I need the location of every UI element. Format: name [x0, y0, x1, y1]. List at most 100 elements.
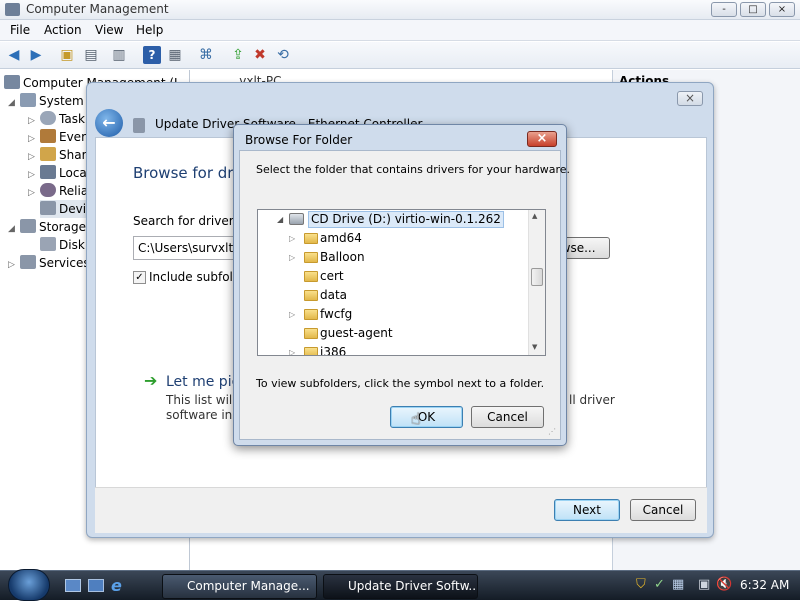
- switch-windows-icon[interactable]: [88, 579, 104, 592]
- uninstall-device-icon[interactable]: ⟲: [274, 46, 292, 64]
- menu-action[interactable]: Action: [44, 23, 82, 37]
- wizard-back-button[interactable]: ←: [95, 109, 123, 137]
- folder-item[interactable]: ▷ Balloon: [258, 248, 528, 267]
- main-title-bar[interactable]: Computer Management - □ ×: [0, 0, 800, 20]
- tree-label: Storage: [39, 220, 86, 234]
- tree-item-task[interactable]: ▷ Task: [28, 110, 85, 128]
- browse-for-folder-dialog: Browse For Folder × Select the folder th…: [233, 124, 570, 446]
- folder-icon: [304, 328, 318, 339]
- tree-item-storage[interactable]: ◢ Storage: [8, 218, 86, 236]
- browse-close-button[interactable]: ×: [527, 131, 557, 147]
- up-folder-icon[interactable]: ▣: [58, 46, 76, 64]
- folder-label: cert: [320, 269, 344, 283]
- tree-label: Loca: [59, 166, 87, 180]
- expand-arrow-icon[interactable]: ▷: [8, 256, 20, 274]
- browse-hint: To view subfolders, click the symbol nex…: [256, 377, 545, 390]
- browse-cancel-button[interactable]: Cancel: [471, 406, 544, 428]
- folder-item[interactable]: guest-agent: [258, 324, 528, 343]
- let-me-pick-desc-1-end: ll driver: [569, 393, 615, 407]
- expand-arrow-icon[interactable]: ▷: [289, 248, 295, 267]
- minimize-button[interactable]: -: [711, 2, 737, 17]
- menu-help[interactable]: Help: [136, 23, 163, 37]
- browse-dialog-body: Select the folder that contains drivers …: [239, 150, 570, 440]
- disk-management-icon: [40, 237, 56, 251]
- folder-label: i386: [320, 345, 347, 356]
- folder-tree[interactable]: ◢ CD Drive (D:) virtio-win-0.1.262 ▷ amd6…: [257, 209, 546, 356]
- folder-icon: [304, 233, 318, 244]
- tree-item-local[interactable]: ▷ Loca: [28, 164, 87, 182]
- resize-grip-icon[interactable]: ⋰: [548, 427, 556, 436]
- folder-icon: [304, 309, 318, 320]
- collapse-arrow-icon[interactable]: ◢: [277, 210, 283, 229]
- taskbar-item-computer-management[interactable]: Computer Manage...: [162, 574, 317, 599]
- let-me-pick-link[interactable]: Let me pic: [166, 374, 239, 390]
- expand-arrow-icon[interactable]: ▷: [289, 343, 295, 355]
- clock[interactable]: 6:32 AM: [740, 578, 789, 592]
- expand-arrow-icon[interactable]: ▷: [289, 229, 295, 248]
- driver-icon: [133, 118, 145, 133]
- include-subfolders-checkbox[interactable]: ✓: [133, 271, 146, 284]
- tree-item-shared[interactable]: ▷ Shar: [28, 146, 87, 164]
- scrollbar-thumb[interactable]: [531, 268, 543, 286]
- volume-muted-icon[interactable]: 🔇: [716, 577, 732, 592]
- collapse-arrow-icon[interactable]: ◢: [8, 94, 20, 112]
- tray-windows-icon[interactable]: ▦: [672, 577, 684, 592]
- show-hide-tree-icon[interactable]: ▤: [82, 46, 100, 64]
- shared-folders-icon: [40, 147, 56, 161]
- tree-item-system[interactable]: ◢ System: [8, 92, 84, 110]
- export-list-icon[interactable]: ▥: [110, 46, 128, 64]
- show-action-pane-icon[interactable]: ▦: [166, 46, 184, 64]
- network-icon[interactable]: ▣: [698, 577, 710, 592]
- taskbar-item-update-driver[interactable]: Update Driver Softw...: [323, 574, 478, 599]
- cd-drive-label: CD Drive (D:) virtio-win-0.1.262: [308, 211, 504, 228]
- folder-icon: [304, 290, 318, 301]
- folder-icon: [304, 252, 318, 263]
- folder-label: guest-agent: [320, 326, 393, 340]
- collapse-arrow-icon[interactable]: ◢: [8, 220, 20, 238]
- tree-item-cd-drive[interactable]: ◢ CD Drive (D:) virtio-win-0.1.262: [258, 210, 528, 229]
- menu-view[interactable]: View: [95, 23, 123, 37]
- tray-icon[interactable]: ✓: [654, 577, 665, 592]
- scroll-up-icon[interactable]: ▲: [532, 212, 537, 220]
- show-desktop-icon[interactable]: [65, 579, 81, 592]
- scan-hardware-icon[interactable]: ⌘: [197, 46, 215, 64]
- next-button[interactable]: Next: [554, 499, 620, 521]
- folder-tree-scrollbar[interactable]: ▲ ▼: [528, 210, 545, 355]
- wizard-cancel-button[interactable]: Cancel: [630, 499, 696, 521]
- folder-item[interactable]: cert: [258, 267, 528, 286]
- maximize-button[interactable]: □: [740, 2, 766, 17]
- close-button[interactable]: ×: [769, 2, 795, 17]
- security-shield-icon[interactable]: ⛉: [636, 577, 646, 592]
- ok-button[interactable]: OK: [390, 406, 463, 428]
- folder-item[interactable]: ▷ fwcfg: [258, 305, 528, 324]
- tree-item-services[interactable]: ▷ Services: [8, 254, 90, 272]
- system-tools-icon: [20, 93, 36, 107]
- disable-device-icon[interactable]: ✖: [251, 46, 269, 64]
- folder-item[interactable]: ▷ i386: [258, 343, 528, 356]
- wizard-footer: Next Cancel: [95, 487, 707, 533]
- tree-label: Devi: [59, 202, 87, 216]
- wizard-close-button[interactable]: ×: [677, 91, 703, 106]
- taskbar: e Computer Manage... Update Driver Softw…: [0, 569, 800, 601]
- internet-explorer-icon[interactable]: e: [111, 576, 122, 595]
- help-icon[interactable]: ?: [143, 46, 161, 64]
- back-icon[interactable]: ◀: [5, 46, 23, 64]
- browse-dialog-title: Browse For Folder: [245, 133, 353, 147]
- services-icon: [20, 255, 36, 269]
- tree-item-disk[interactable]: Disk: [40, 236, 85, 254]
- tree-label: Services: [39, 256, 90, 270]
- update-driver-icon[interactable]: ⇪: [229, 46, 247, 64]
- menu-file[interactable]: File: [10, 23, 30, 37]
- expand-arrow-icon[interactable]: ▷: [289, 305, 295, 324]
- forward-icon[interactable]: ▶: [27, 46, 45, 64]
- scroll-down-icon[interactable]: ▼: [532, 343, 537, 351]
- tree-label: System: [39, 94, 84, 108]
- mouse-cursor-icon: ☝: [411, 409, 421, 428]
- start-button[interactable]: [8, 569, 50, 601]
- tree-item-event[interactable]: ▷ Ever: [28, 128, 86, 146]
- storage-icon: [20, 219, 36, 233]
- tree-item-reliability[interactable]: ▷ Relia: [28, 182, 88, 200]
- folder-item[interactable]: ▷ amd64: [258, 229, 528, 248]
- expand-arrow-icon[interactable]: ▷: [28, 184, 40, 202]
- folder-item[interactable]: data: [258, 286, 528, 305]
